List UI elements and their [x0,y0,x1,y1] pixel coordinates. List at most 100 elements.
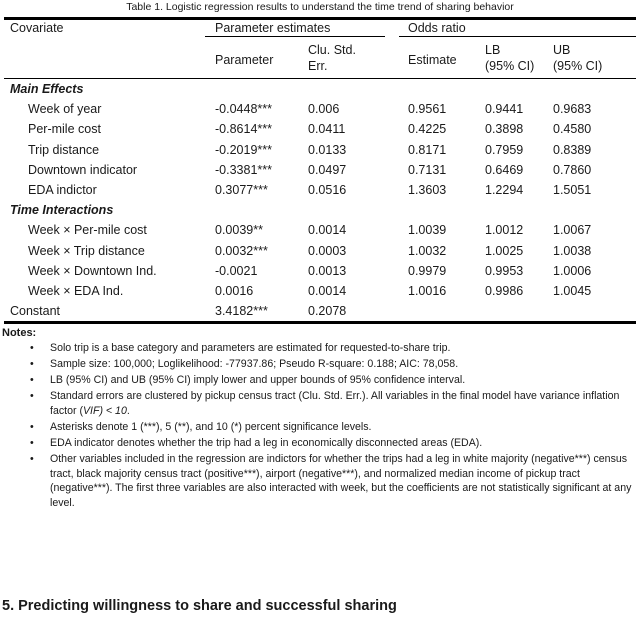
column-header-clu-std-err: Clu. Std. Err. [308,42,356,74]
table-row-1-1-label: Week × Trip distance [28,243,145,258]
table-row-1-0-label: Week × Per-mile cost [28,223,147,238]
table-row-0-4-lb: 1.2294 [485,183,524,197]
table-row-0-2-parameter: -0.2019*** [215,142,272,157]
note-text: Solo trip is a base category and paramet… [50,342,451,354]
table-row-0-1-label: Per-mile cost [28,122,101,137]
note-item: • Other variables included in the regress… [0,452,640,510]
note-text: Other variables included in the regressi… [50,453,632,509]
table-row-1-3-ub: 1.0045 [553,284,592,298]
table-row-0-3-parameter: -0.3381*** [215,162,272,177]
table-row-1-0-lb: 1.0012 [485,223,524,238]
note-item: • Sample size: 100,000; Loglikelihood: -7… [0,357,640,372]
column-header-estimate: Estimate [408,53,457,67]
column-header-lb-line1: LB [485,43,501,57]
table-row-0-0-parameter: -0.0448*** [215,102,272,117]
note-text: LB (95% CI) and UB (95% CI) imply lower … [50,374,466,387]
table-row-0-0-clu-std-err: 0.006 [308,102,340,117]
notes-list: • Solo trip is a base category and parame… [0,341,640,512]
table-row-0-2-lb: 0.7959 [485,142,524,157]
column-header-clu-std-err-line2: Err. [308,59,328,73]
table-row-1-1-parameter: 0.0032*** [215,243,268,258]
table-row-0-0-lb: 0.9441 [485,102,524,117]
table-row-0-1-lb: 0.3898 [485,122,524,137]
bullet-icon: • [30,342,34,354]
table-row-1-2-label: Week × Downtown Ind. [28,263,157,278]
note-text: EDA indicator denotes whether the trip h… [50,437,483,450]
table-header-rule [4,78,636,80]
table-row-0-0-estimate: 0.9561 [408,102,447,117]
page-section-heading: 5. Predicting willingness to share and s… [2,598,397,614]
note-text: Standard errors are clustered by pickup … [50,390,620,417]
bullet-icon: • [30,374,34,387]
table-row-0-2-clu-std-err: 0.0133 [308,142,347,157]
table-caption: Table 1. Logistic regression results to … [126,1,514,13]
table-row-0-2-label: Trip distance [28,142,100,157]
table-row-0-0-ub: 0.9683 [553,102,592,117]
table-row-0-1-clu-std-err: 0.0411 [308,122,346,137]
table-row-1-2-estimate: 0.9979 [408,263,447,278]
column-header-clu-std-err-line1: Clu. Std. [308,43,356,57]
bullet-icon: • [30,453,34,466]
note-italic-term: VIF) < 10 [82,404,127,417]
table-row-1-3-parameter: 0.0016 [215,284,254,298]
table-top-rule [4,17,636,20]
note-text: Asterisks denote 1 (***), 5 (**), and 10… [50,420,372,433]
table-row-0-3-ub: 0.7860 [553,162,592,177]
table-row-1-1-clu-std-err: 0.0003 [308,243,347,258]
table-row-constant-parameter: 3.4182*** [215,304,268,319]
table-row-0-3-lb: 0.6469 [485,162,524,177]
table-row-0-0-label: Week of year [28,102,102,117]
note-item: • EDA indicator denotes whether the trip … [0,436,640,451]
table-row-1-3-lb: 0.9986 [485,284,524,298]
column-header-ub-line2: (95% CI) [553,59,603,73]
table-row-1-0-clu-std-err: 0.0014 [308,223,347,238]
odds-ratio-group-rule [399,36,636,38]
bullet-icon: • [30,437,34,450]
table-row-1-2-clu-std-err: 0.0013 [308,263,347,278]
table-row-0-4-ub: 1.5051 [553,183,592,197]
table-row-1-2-lb: 0.9953 [485,263,524,278]
table-row-1-3-estimate: 1.0016 [408,284,447,298]
bullet-icon: • [30,420,34,433]
note-item: • LB (95% CI) and UB (95% CI) imply lower… [0,373,640,388]
column-header-ub-line1: UB [553,43,571,57]
column-header-lb-line2: (95% CI) [485,59,535,73]
table-row-0-1-parameter: -0.8614*** [215,122,272,137]
table-row-1-0-parameter: 0.0039** [215,223,263,238]
table-row-1-0-estimate: 1.0039 [408,223,447,238]
note-item: • Asterisks denote 1 (***), 5 (**), and 1… [0,420,640,435]
table-row-1-1-lb: 1.0025 [485,243,524,258]
table-row-0-1-ub: 0.4580 [553,122,592,137]
table-bottom-rule [4,321,636,324]
table-row-1-3-clu-std-err: 0.0014 [308,284,347,298]
note-item: • Solo trip is a base category and parame… [0,341,640,356]
note-text: Sample size: 100,000; Loglikelihood: -77… [50,358,459,371]
notes-title: Notes: [2,327,37,339]
table-row-0-4-estimate: 1.3603 [408,183,447,197]
table-row-1-0-ub: 1.0067 [553,223,592,238]
table-row-1-3-label: Week × EDA Ind. [28,284,124,298]
table-section-title-1: Time Interactions [10,203,114,218]
table-row-1-1-estimate: 1.0032 [408,243,447,258]
column-group-header-odds-ratio: Odds ratio [408,21,466,35]
table-row-constant-label: Constant [10,304,61,319]
table-row-1-2-ub: 1.0006 [553,263,592,278]
column-header-lb: LB (95% CI) [485,42,534,74]
column-header-parameter: Parameter [215,53,274,67]
table-row-1-1-ub: 1.0038 [553,243,592,258]
table-row-0-3-label: Downtown indicator [28,162,138,177]
table-row-0-2-estimate: 0.8171 [408,142,447,157]
column-header-covariate: Covariate [10,21,64,35]
table-section-title-0: Main Effects [10,82,84,96]
table-row-1-2-parameter: -0.0021 [215,263,258,278]
table-row-0-2-ub: 0.8389 [553,142,592,157]
table-row-0-4-clu-std-err: 0.0516 [308,183,347,197]
table-row-0-4-label: EDA indictor [28,183,97,197]
table-row-0-4-parameter: 0.3077*** [215,183,268,197]
bullet-icon: • [30,358,34,371]
table-row-constant-clu-std-err: 0.2078 [308,304,347,319]
parameter-estimates-group-rule [205,36,385,38]
bullet-icon: • [30,390,34,403]
table-row-0-3-clu-std-err: 0.0497 [308,162,347,177]
column-header-ub: UB (95% CI) [553,42,602,74]
